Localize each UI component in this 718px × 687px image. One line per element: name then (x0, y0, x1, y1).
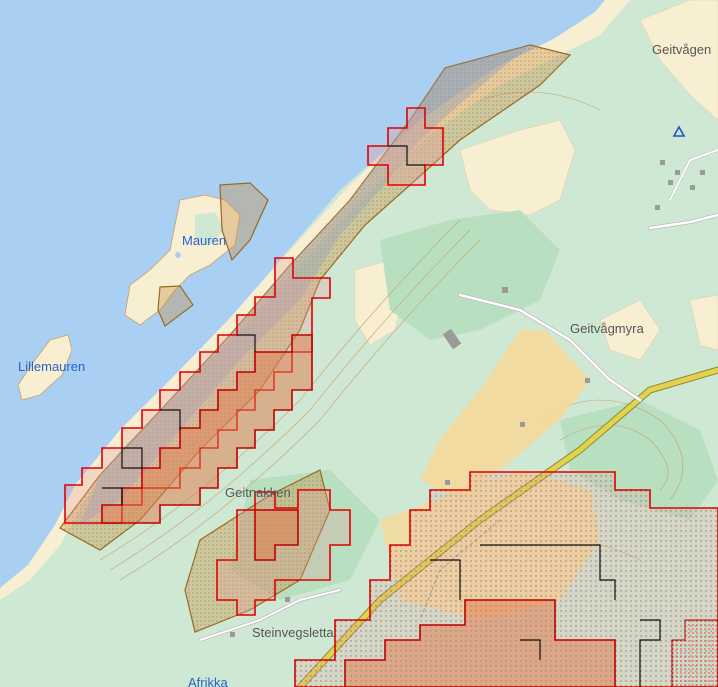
mauren-pond (175, 252, 181, 258)
label-steinvegsletta: Steinvegsletta (252, 625, 334, 640)
label-mauren: Mauren (182, 233, 226, 248)
map-canvas[interactable]: Geitvågen Mauren Lillemauren Geitvågmyra… (0, 0, 718, 687)
label-geitvagen: Geitvågen (652, 42, 711, 57)
label-lillemauren: Lillemauren (18, 359, 85, 374)
label-geitnakken: Geitnakken (225, 485, 291, 500)
label-geitvagmyra: Geitvågmyra (570, 321, 644, 336)
label-afrikka: Afrikka (188, 675, 229, 687)
